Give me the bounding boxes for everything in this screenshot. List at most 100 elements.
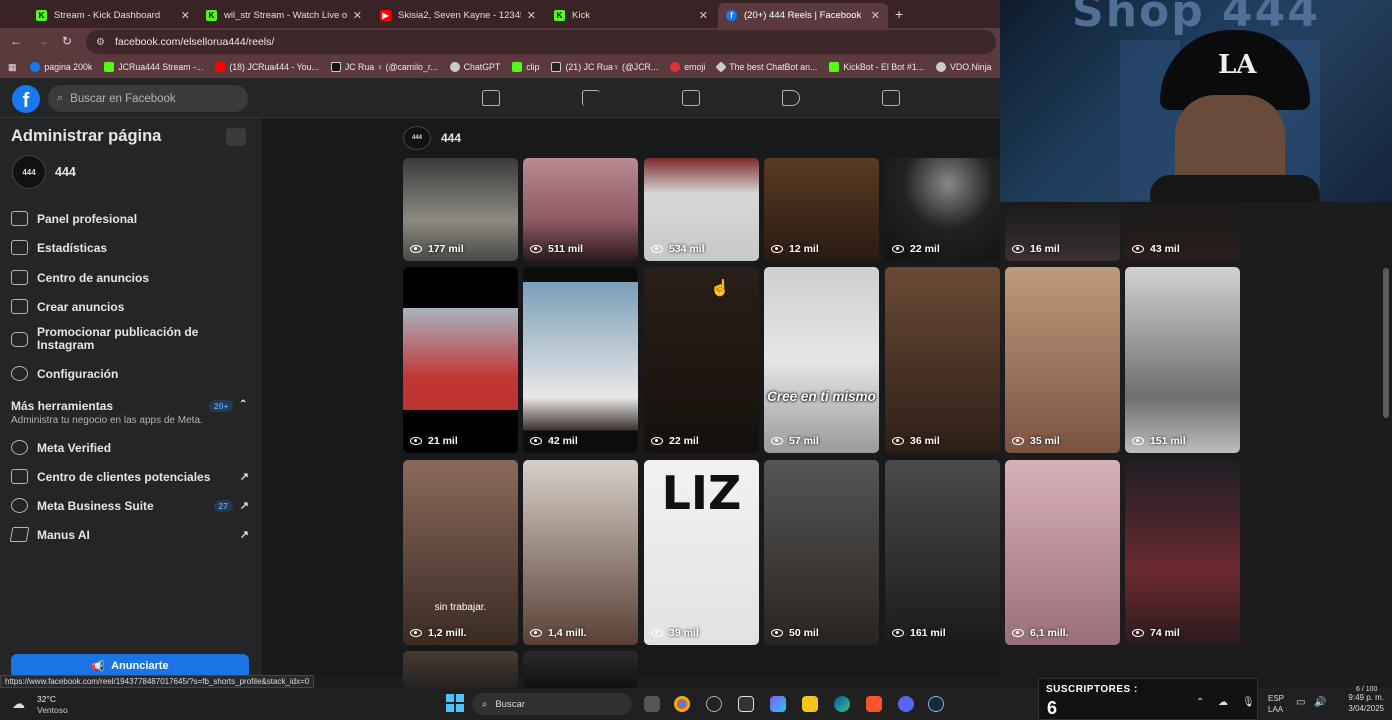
- browser-tab[interactable]: K Stream - Kick Dashboard ✕: [28, 3, 198, 28]
- reels-page-avatar[interactable]: 444: [403, 126, 431, 150]
- keyboard-language[interactable]: ESP: [1268, 694, 1284, 703]
- video-icon[interactable]: [882, 90, 900, 106]
- search-input[interactable]: ⌕ Buscar en Facebook: [48, 85, 248, 112]
- sidebar-item-estadisticas[interactable]: Estadísticas: [11, 240, 251, 255]
- browser-tab[interactable]: K Kick ✕: [546, 3, 716, 28]
- reload-icon[interactable]: ↻: [62, 34, 72, 48]
- reel-tile[interactable]: LIZ 39 mil: [644, 460, 759, 645]
- facebook-logo[interactable]: f: [12, 85, 40, 113]
- app-icon[interactable]: [738, 696, 754, 712]
- chevron-up-icon[interactable]: ⌃: [239, 399, 247, 410]
- more-tools-header[interactable]: Más herramientas 20+ ⌃: [11, 399, 251, 413]
- bookmark[interactable]: clip: [512, 62, 539, 72]
- network-icon[interactable]: ▭: [1296, 697, 1305, 708]
- clock-time[interactable]: 9:49 p. m.: [1340, 693, 1384, 702]
- close-icon[interactable]: ✕: [527, 9, 536, 22]
- reel-tile[interactable]: 6,1 mill.: [1005, 460, 1120, 645]
- new-tab-button[interactable]: +: [895, 6, 903, 22]
- microphone-icon[interactable]: 🎙: [1242, 697, 1255, 708]
- reel-tile[interactable]: 161 mil: [885, 460, 1000, 645]
- windows-start-icon[interactable]: [446, 694, 464, 712]
- reel-tile[interactable]: 22 mil: [644, 267, 759, 453]
- close-icon[interactable]: ✕: [871, 9, 880, 22]
- insights-icon[interactable]: [682, 90, 700, 106]
- volume-icon[interactable]: 🔊: [1314, 697, 1326, 708]
- sidebar-item-meta-verified[interactable]: Meta Verified: [11, 440, 251, 455]
- folder-icon[interactable]: [802, 696, 818, 712]
- bookmark[interactable]: ChatGPT: [449, 62, 500, 72]
- clock-date[interactable]: 3/04/2025: [1334, 704, 1384, 713]
- reel-tile[interactable]: sin trabajar. 1,2 mill.: [403, 460, 518, 645]
- reel-tile[interactable]: 12 mil: [764, 158, 879, 261]
- edge-icon[interactable]: [834, 696, 850, 712]
- url-bar[interactable]: ⚙ facebook.com/elsellorua444/reels/: [86, 30, 996, 54]
- bookmark[interactable]: (18) JCRua444 - You...: [215, 62, 319, 72]
- bookmark[interactable]: JC Rua ♀ (@camilo_r...: [330, 62, 438, 72]
- bookmark[interactable]: JCRua444 Stream -...: [104, 62, 203, 72]
- reel-tile[interactable]: 16 mil: [1005, 202, 1120, 261]
- brave-icon[interactable]: [866, 696, 882, 712]
- reel-tile[interactable]: 36 mil: [885, 267, 1000, 453]
- flag-icon[interactable]: [582, 90, 600, 106]
- task-view-icon[interactable]: [644, 696, 660, 712]
- taskbar-search[interactable]: ⌕ Buscar: [472, 693, 632, 715]
- discord-icon[interactable]: [898, 696, 914, 712]
- reels-page-name[interactable]: 444: [441, 131, 461, 145]
- page-avatar[interactable]: 444: [12, 155, 46, 189]
- reel-tile[interactable]: 22 mil: [885, 158, 1000, 261]
- sidebar-item-centro-anuncios[interactable]: Centro de anuncios: [11, 270, 251, 285]
- back-icon[interactable]: ←: [10, 34, 22, 48]
- reel-tile[interactable]: 21 mil: [403, 267, 518, 453]
- sidebar-toggle-icon[interactable]: [226, 128, 246, 146]
- weather-temperature[interactable]: 32°C: [37, 694, 56, 704]
- sidebar-item-crear-anuncios[interactable]: Crear anuncios: [11, 299, 251, 314]
- more-tools-badge: 20+: [209, 400, 234, 412]
- bookmark[interactable]: (21) JC Rua♀ (@JCR...: [551, 62, 658, 72]
- copilot-icon[interactable]: [770, 696, 786, 712]
- page-name[interactable]: 444: [55, 165, 76, 179]
- steam-icon[interactable]: [928, 696, 944, 712]
- obs-icon[interactable]: [706, 696, 722, 712]
- forward-icon[interactable]: →: [36, 34, 48, 48]
- reel-tile[interactable]: [523, 651, 638, 688]
- reel-tile[interactable]: 43 mil: [1125, 202, 1240, 261]
- reel-tile[interactable]: Cree en ti mismo 57 mil: [764, 267, 879, 453]
- browser-tab[interactable]: K wil_str Stream - Watch Live on ✕: [198, 3, 370, 28]
- reel-tile[interactable]: 35 mil: [1005, 267, 1120, 453]
- bookmark[interactable]: The best ChatBot an...: [715, 61, 817, 73]
- reel-tile[interactable]: [403, 651, 518, 688]
- sidebar-item-configuracion[interactable]: Configuración: [11, 366, 251, 381]
- close-icon[interactable]: ✕: [181, 9, 190, 22]
- scrollbar-thumb[interactable]: [1383, 268, 1389, 418]
- reel-tile[interactable]: 1,4 mill.: [523, 460, 638, 645]
- reel-tile[interactable]: 534 mil: [644, 158, 759, 261]
- bookmark[interactable]: pagina 200k: [30, 62, 92, 72]
- reel-tile[interactable]: 177 mil: [403, 158, 518, 261]
- reel-tile[interactable]: 151 mil: [1125, 267, 1240, 453]
- home-icon[interactable]: [482, 90, 500, 106]
- browser-tab-active[interactable]: f (20+) 444 Reels | Facebook ✕: [718, 3, 888, 28]
- megaphone-icon[interactable]: [782, 90, 800, 106]
- weather-icon[interactable]: ☁: [12, 696, 25, 712]
- browser-tab[interactable]: ▶ Skisia2, Seven Kayne - 123457 ✕: [372, 3, 544, 28]
- sidebar-item-manus-ai[interactable]: Manus AI ↗: [9, 527, 251, 542]
- reel-tile[interactable]: 50 mil: [764, 460, 879, 645]
- reel-view-count: 43 mil: [1150, 243, 1180, 255]
- reel-tile[interactable]: 42 mil: [523, 267, 638, 453]
- sidebar-item-panel-profesional[interactable]: Panel profesional: [11, 211, 251, 226]
- sidebar-item-clientes-potenciales[interactable]: Centro de clientes potenciales ↗: [11, 469, 251, 484]
- sidebar-item-instagram[interactable]: Promocionar publicación de Instagram: [11, 326, 211, 352]
- chevron-up-icon[interactable]: ⌃: [1196, 697, 1204, 708]
- bookmark[interactable]: VDO.Ninja: [935, 62, 992, 72]
- site-info-icon[interactable]: ⚙: [96, 37, 105, 48]
- close-icon[interactable]: ✕: [699, 9, 708, 22]
- chrome-icon[interactable]: [674, 696, 690, 712]
- bookmark[interactable]: emoji: [670, 62, 705, 72]
- close-icon[interactable]: ✕: [353, 9, 362, 22]
- reel-tile[interactable]: 511 mil: [523, 158, 638, 261]
- sidebar-item-meta-business-suite[interactable]: Meta Business Suite 27 ↗: [11, 498, 251, 513]
- reel-tile[interactable]: 74 mil: [1125, 460, 1240, 645]
- cloud-icon[interactable]: ☁: [1218, 697, 1228, 708]
- apps-icon[interactable]: ▦: [8, 62, 16, 73]
- bookmark[interactable]: KickBot - El Bot #1...: [829, 62, 924, 72]
